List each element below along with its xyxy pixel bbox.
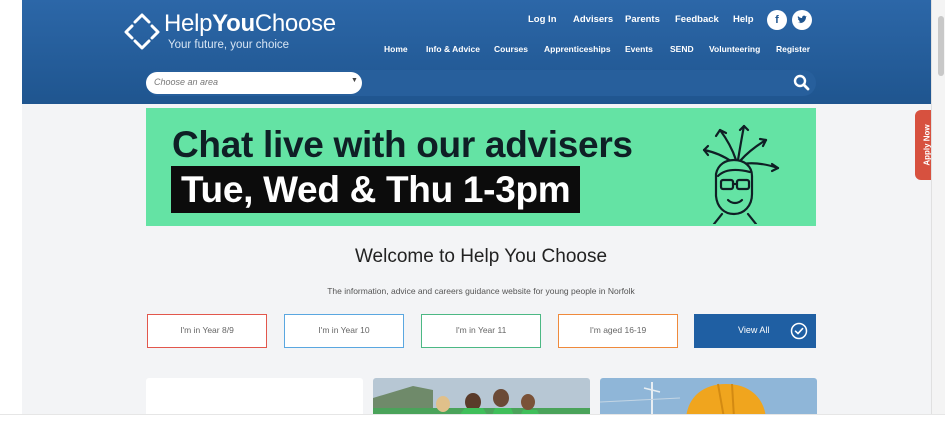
nav-parents-link[interactable]: Parents <box>625 14 660 30</box>
banner-times: Tue, Wed & Thu 1-3pm <box>181 169 571 210</box>
site-logo[interactable]: HelpYouChoose Your future, your choice <box>124 10 339 56</box>
chat-banner[interactable]: Chat live with our advisers Tue, Wed & T… <box>146 108 816 226</box>
mainnav-courses[interactable]: Courses <box>494 44 528 54</box>
chevron-down-icon: ▼ <box>351 77 358 84</box>
nav-help-link[interactable]: Help <box>733 14 754 30</box>
nav-login-link[interactable]: Log In <box>528 14 557 30</box>
logo-tagline: Your future, your choice <box>168 39 290 51</box>
nav-feedback-link[interactable]: Feedback <box>675 14 719 30</box>
mainnav-volunteering[interactable]: Volunteering <box>709 44 760 54</box>
twitter-bird-icon <box>797 15 807 24</box>
logo-arrows-icon <box>124 13 160 50</box>
mainnav-events[interactable]: Events <box>625 44 653 54</box>
area-select[interactable]: Choose an area ▼ <box>146 72 362 94</box>
window-left-margin <box>0 0 22 426</box>
twitter-icon[interactable] <box>792 10 812 30</box>
window-bottom-edge <box>0 414 945 426</box>
hard-hat-photo-icon <box>600 378 817 418</box>
search-icon[interactable] <box>792 73 812 93</box>
banner-times-box: Tue, Wed & Thu 1-3pm <box>171 166 581 213</box>
diamond-logo-icon <box>250 414 258 418</box>
card-engineer-photo[interactable] <box>600 378 817 418</box>
thinking-person-icon <box>702 124 780 224</box>
welcome-intro: The information, advice and careers guid… <box>327 286 635 296</box>
mainnav-send[interactable]: SEND <box>670 44 694 54</box>
mainnav-info-advice[interactable]: Info & Advice <box>426 44 480 54</box>
nav-advisers-link[interactable]: Advisers <box>573 14 613 30</box>
mainnav-apprenticeships[interactable]: Apprenticeships <box>544 44 611 54</box>
logo-title: HelpYouChoose <box>164 10 336 37</box>
scrollbar-thumb[interactable] <box>938 16 944 76</box>
check-circle-icon <box>790 322 808 340</box>
aged-16-19-button[interactable]: I'm aged 16-19 <box>558 314 678 348</box>
welcome-heading: Welcome to Help You Choose <box>354 246 608 267</box>
view-all-label: View All <box>738 325 770 335</box>
card-logo[interactable] <box>146 378 363 418</box>
year-10-button[interactable]: I'm in Year 10 <box>284 314 404 348</box>
students-photo-icon <box>373 378 590 418</box>
banner-headline: Chat live with our advisers <box>172 124 633 165</box>
year-11-button[interactable]: I'm in Year 11 <box>421 314 541 348</box>
area-select-placeholder: Choose an area <box>154 77 219 87</box>
mainnav-register[interactable]: Register <box>776 44 810 54</box>
year-8-9-button[interactable]: I'm in Year 8/9 <box>147 314 267 348</box>
view-all-button[interactable]: View All <box>694 314 816 348</box>
facebook-icon[interactable]: f <box>767 10 787 30</box>
card-students-photo[interactable] <box>373 378 590 418</box>
mainnav-home[interactable]: Home <box>384 44 408 54</box>
